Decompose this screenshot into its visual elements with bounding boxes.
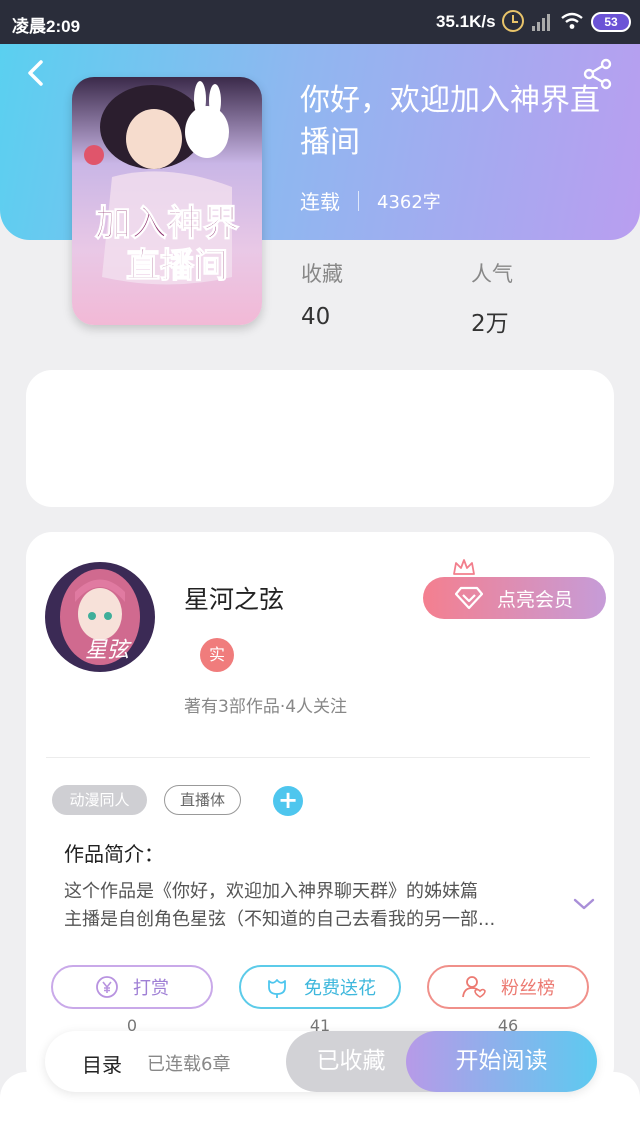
alarm-icon xyxy=(502,10,524,32)
intro-text[interactable]: 这个作品是《你好，欢迎加入神界聊天群》的姊妹篇 主播是自创角色星弦（不知道的自己… xyxy=(64,878,554,934)
author-stats: 著有3部作品·4人关注 xyxy=(184,697,348,717)
status-bar: 凌晨2:09 35.1K/s 53 xyxy=(0,0,640,44)
author-avatar[interactable]: 星弦 xyxy=(45,562,155,672)
blank-card xyxy=(26,370,614,507)
book-meta: 连载 4362字 xyxy=(300,186,441,215)
battery-icon: 53 xyxy=(591,12,631,32)
yen-coin-icon xyxy=(96,976,118,998)
wifi-icon xyxy=(561,12,583,29)
fans-icon xyxy=(462,976,486,998)
tag-fan-fiction[interactable]: 动漫同人 xyxy=(52,785,147,815)
favorites-value: 40 xyxy=(301,304,331,330)
avatar-signature: 星弦 xyxy=(85,638,132,663)
cover-title-line2: 直播间 xyxy=(126,246,228,286)
chapter-count[interactable]: 已连载6章 xyxy=(147,1050,230,1076)
intro-line-2: 主播是自创角色星弦（不知道的自己去看我的另一部... xyxy=(64,909,496,930)
reward-label: 打赏 xyxy=(133,978,169,999)
book-title: 你好，欢迎加入神界直播间 xyxy=(300,83,600,160)
favorites-stat: 收藏 40 xyxy=(301,258,343,330)
word-count: 4362字 xyxy=(377,191,441,213)
popularity-stat: 人气 2万 xyxy=(471,258,513,338)
status-time: 凌晨2:09 xyxy=(12,17,81,36)
vip-button[interactable]: 点亮会员 xyxy=(423,577,606,619)
book-status: 连载 xyxy=(300,190,340,214)
verified-badge: 实 xyxy=(200,638,234,672)
send-flower-button[interactable]: 免费送花 xyxy=(239,965,401,1009)
favorites-label: 收藏 xyxy=(301,262,343,286)
crown-icon xyxy=(453,559,475,575)
diamond-icon xyxy=(455,586,483,610)
flower-icon xyxy=(268,979,286,998)
start-reading-button[interactable]: 开始阅读 xyxy=(406,1031,597,1092)
reward-button[interactable]: 打赏 xyxy=(51,965,213,1009)
send-flower-label: 免费送花 xyxy=(304,978,376,999)
popularity-value: 2万 xyxy=(471,311,509,337)
book-cover-image[interactable]: 加入神界 直播间 xyxy=(72,77,262,325)
vip-button-label: 点亮会员 xyxy=(497,588,574,611)
back-chevron-icon[interactable] xyxy=(22,58,52,88)
toc-button[interactable]: 目录 xyxy=(82,1049,122,1078)
fans-rank-button[interactable]: 粉丝榜 xyxy=(427,965,589,1009)
intro-title: 作品简介： xyxy=(64,842,164,866)
popularity-label: 人气 xyxy=(471,262,513,286)
cover-title-line1: 加入神界 xyxy=(95,202,239,244)
chevron-down-icon[interactable] xyxy=(572,896,596,912)
section-divider xyxy=(46,757,590,758)
meta-divider xyxy=(358,190,359,211)
signal-icon xyxy=(532,13,552,31)
intro-line-1: 这个作品是《你好，欢迎加入神界聊天群》的姊妹篇 xyxy=(64,881,478,902)
add-tag-button[interactable]: + xyxy=(273,786,303,816)
tag-livestream[interactable]: 直播体 xyxy=(164,785,241,815)
author-name[interactable]: 星河之弦 xyxy=(184,580,284,616)
network-speed: 35.1K/s xyxy=(436,12,496,31)
fans-rank-label: 粉丝榜 xyxy=(501,978,555,999)
